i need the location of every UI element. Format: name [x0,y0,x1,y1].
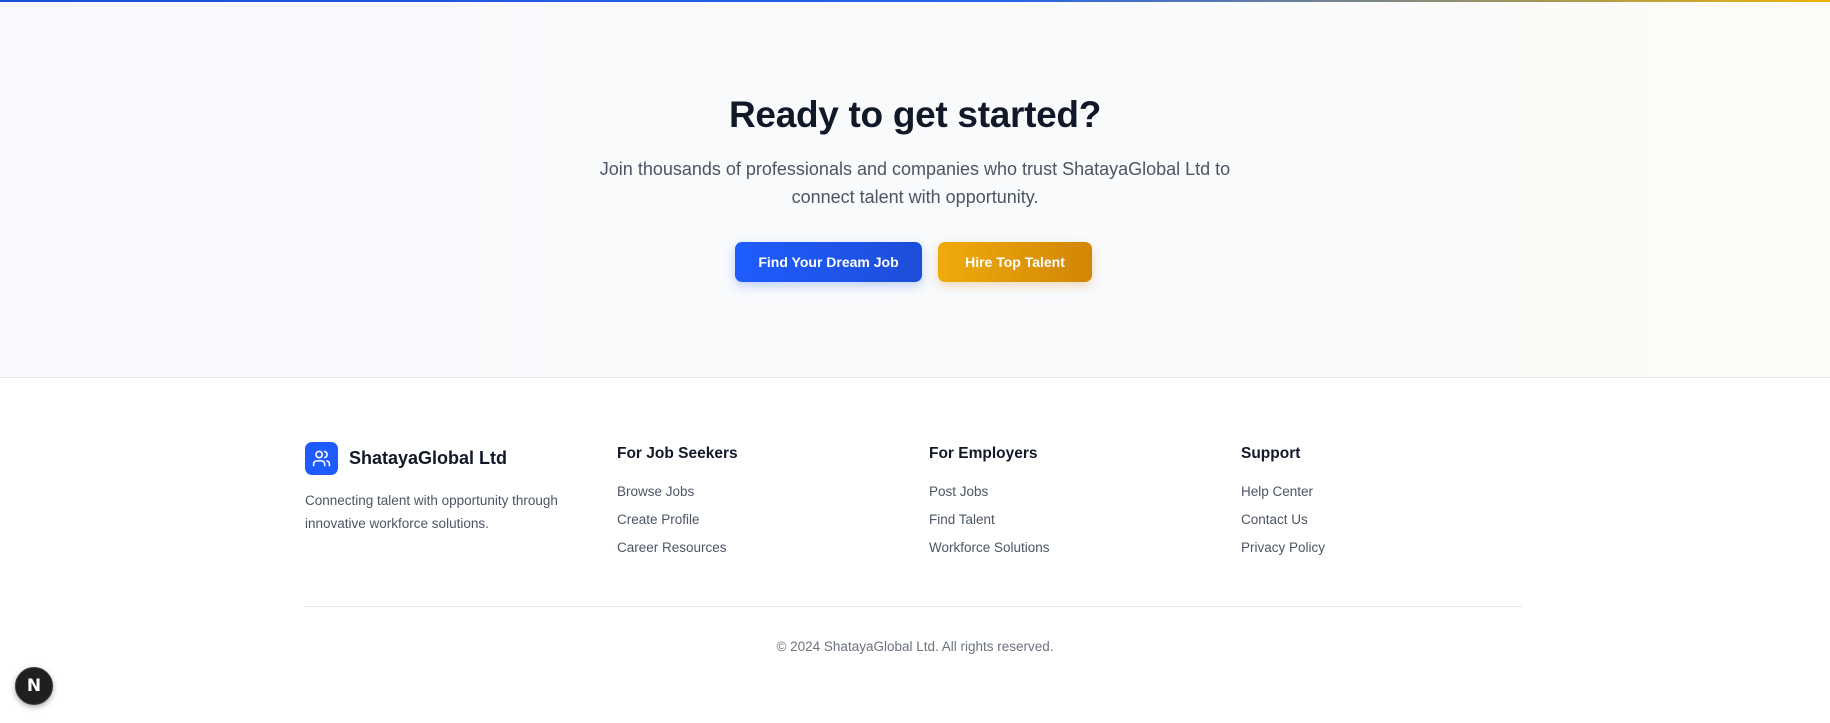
copyright-text: © 2024 ShatayaGlobal Ltd. All rights res… [776,639,1054,654]
footer-link-contact-us[interactable]: Contact Us [1241,511,1491,539]
footer-column-support: Support Help Center Contact Us Privacy P… [1241,445,1491,567]
footer-link-workforce-solutions[interactable]: Workforce Solutions [929,539,1179,567]
footer-link-post-jobs[interactable]: Post Jobs [929,483,1179,511]
nextjs-dev-badge[interactable]: N [15,667,53,705]
footer-column-employers: For Employers Post Jobs Find Talent Work… [929,445,1179,567]
footer-column-title: For Job Seekers [617,445,738,462]
users-icon [312,450,331,467]
footer-link-help-center[interactable]: Help Center [1241,483,1491,511]
cta-section: Ready to get started? Join thousands of … [0,2,1830,378]
footer-link-browse-jobs[interactable]: Browse Jobs [617,483,867,511]
footer-divider [305,606,1522,607]
footer-link-privacy-policy[interactable]: Privacy Policy [1241,539,1491,567]
footer-link-career-resources[interactable]: Career Resources [617,539,867,567]
brand-description: Connecting talent with opportunity throu… [305,493,558,531]
footer-column-title: Support [1241,445,1301,462]
brand-logo[interactable] [305,442,338,475]
cta-title: Ready to get started? [729,94,1101,135]
footer-link-create-profile[interactable]: Create Profile [617,511,867,539]
footer-link-find-talent[interactable]: Find Talent [929,511,1179,539]
footer: ShatayaGlobal Ltd Connecting talent with… [0,379,1830,723]
cta-subtitle: Join thousands of professionals and comp… [599,159,1231,207]
brand-name[interactable]: ShatayaGlobal Ltd [349,448,507,469]
nextjs-icon: N [26,676,42,696]
hire-talent-button[interactable]: Hire Top Talent [938,242,1092,282]
find-job-button[interactable]: Find Your Dream Job [735,242,922,282]
footer-column-job-seekers: For Job Seekers Browse Jobs Create Profi… [617,445,867,567]
footer-column-title: For Employers [929,445,1038,462]
